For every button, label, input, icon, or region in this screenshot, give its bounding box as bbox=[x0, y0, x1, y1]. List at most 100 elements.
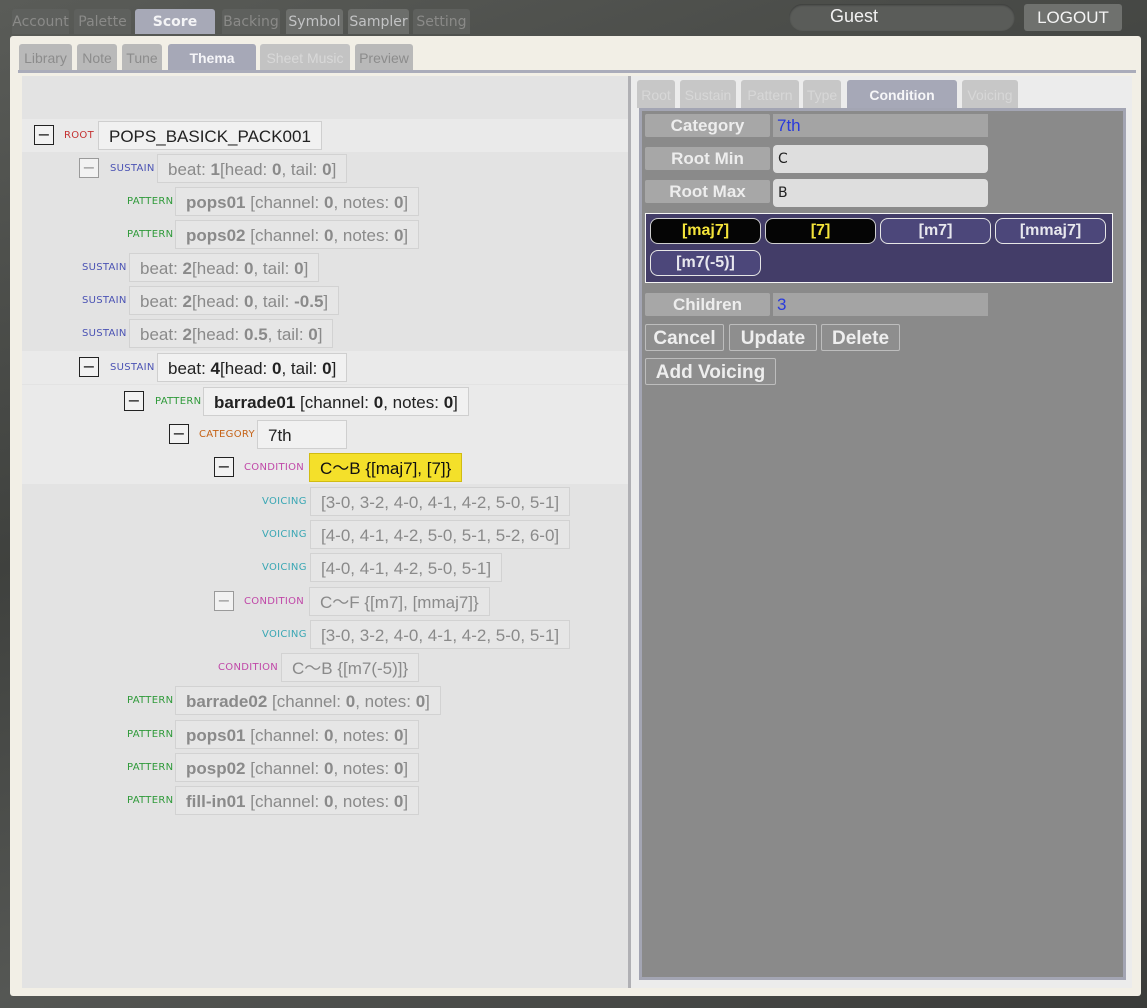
root-max-label: Root Max bbox=[645, 180, 770, 203]
tag-voicing: VOICING bbox=[262, 562, 307, 573]
subtab-sheet-music: Sheet Music bbox=[260, 44, 350, 70]
tree-node-pattern[interactable]: fill-in01 [channel: 0, notes: 0] bbox=[175, 786, 420, 815]
root-min-input[interactable]: C bbox=[773, 145, 988, 173]
detail-tab-condition[interactable]: Condition bbox=[847, 80, 957, 108]
tree-row-pattern: PATTERN pops01 [channel: 0, notes: 0] bbox=[22, 718, 628, 751]
tag-sustain: SUSTAIN bbox=[110, 362, 155, 373]
subtab-note[interactable]: Note bbox=[77, 44, 117, 70]
children-label: Children bbox=[645, 293, 770, 316]
tag-sustain: SUSTAIN bbox=[110, 163, 155, 174]
tree-row-pattern: − PATTERN barrade01 [channel: 0, notes: … bbox=[22, 385, 628, 418]
collapse-toggle[interactable]: − bbox=[79, 357, 99, 377]
tree-node-root[interactable]: POPS_BASICK_PACK001 bbox=[98, 121, 322, 150]
tree-node-voicing[interactable]: [3-0, 3-2, 4-0, 4-1, 4-2, 5-0, 5-1] bbox=[310, 620, 571, 649]
user-name: Guest bbox=[830, 6, 879, 26]
detail-tab-voicing[interactable]: Voicing bbox=[962, 80, 1018, 108]
chord-type-selector: [maj7] [7] [m7] [mmaj7] [m7(-5)] bbox=[645, 213, 1113, 283]
tree-row-voicing: VOICING [4-0, 4-1, 4-2, 5-0, 5-1, 5-2, 6… bbox=[22, 518, 628, 551]
tab-score[interactable]: Score bbox=[135, 9, 215, 34]
tree-node-voicing[interactable]: [4-0, 4-1, 4-2, 5-0, 5-1] bbox=[310, 553, 503, 582]
tab-account[interactable]: Account bbox=[12, 9, 69, 34]
chord-toggle-7[interactable]: [7] bbox=[765, 218, 876, 244]
tree-node-condition[interactable]: C～B {[m7(-5)]} bbox=[281, 653, 420, 682]
tree-row-pattern: PATTERN pops01 [channel: 0, notes: 0] bbox=[22, 185, 628, 218]
chord-toggle-mmaj7[interactable]: [mmaj7] bbox=[995, 218, 1106, 244]
detail-tab-sustain[interactable]: Sustain bbox=[680, 80, 736, 108]
tag-pattern: PATTERN bbox=[127, 229, 174, 240]
tree-node-pattern[interactable]: barrade01 [channel: 0, notes: 0] bbox=[203, 387, 469, 416]
tag-pattern: PATTERN bbox=[127, 762, 174, 773]
delete-button[interactable]: Delete bbox=[821, 324, 900, 351]
tag-sustain: SUSTAIN bbox=[82, 295, 127, 306]
tag-pattern: PATTERN bbox=[155, 396, 202, 407]
tree-node-pattern[interactable]: barrade02 [channel: 0, notes: 0] bbox=[175, 686, 441, 715]
tree-node-pattern[interactable]: pops01 [channel: 0, notes: 0] bbox=[175, 720, 420, 749]
tree-node-sustain[interactable]: beat: 1[head: 0, tail: 0] bbox=[157, 154, 348, 183]
condition-form: Category 7th Root Min C Root Max B [maj7… bbox=[639, 108, 1126, 980]
tree-row-sustain: − SUSTAIN beat: 1[head: 0, tail: 0] bbox=[22, 152, 628, 185]
collapse-toggle[interactable]: − bbox=[79, 158, 99, 178]
cancel-button[interactable]: Cancel bbox=[645, 324, 724, 351]
tag-pattern: PATTERN bbox=[127, 196, 174, 207]
tree-node-sustain[interactable]: beat: 4[head: 0, tail: 0] bbox=[157, 353, 348, 382]
subtab-tune[interactable]: Tune bbox=[122, 44, 162, 70]
tag-condition: CONDITION bbox=[218, 662, 279, 673]
tree-node-voicing[interactable]: [3-0, 3-2, 4-0, 4-1, 4-2, 5-0, 5-1] bbox=[310, 487, 571, 516]
detail-panel: Root Sustain Pattern Type Condition Voic… bbox=[631, 76, 1132, 988]
subtab-library[interactable]: Library bbox=[19, 44, 72, 70]
chord-toggle-m7[interactable]: [m7] bbox=[880, 218, 991, 244]
tag-pattern: PATTERN bbox=[127, 729, 174, 740]
tree-panel: − ROOT POPS_BASICK_PACK001 − SUSTAIN bea… bbox=[22, 76, 631, 988]
tree-node-sustain[interactable]: beat: 2[head: 0, tail: 0] bbox=[129, 253, 320, 282]
tree-node-pattern[interactable]: pops02 [channel: 0, notes: 0] bbox=[175, 220, 420, 249]
tree-node-voicing[interactable]: [4-0, 4-1, 4-2, 5-0, 5-1, 5-2, 6-0] bbox=[310, 520, 571, 549]
tag-condition: CONDITION bbox=[244, 596, 305, 607]
tree-row-pattern: PATTERN pops02 [channel: 0, notes: 0] bbox=[22, 218, 628, 251]
detail-tab-pattern[interactable]: Pattern bbox=[741, 80, 799, 108]
tab-underline bbox=[18, 70, 1136, 73]
tree-row-sustain: SUSTAIN beat: 2[head: 0.5, tail: 0] bbox=[22, 317, 628, 350]
collapse-toggle[interactable]: − bbox=[34, 125, 54, 145]
tree-row-pattern: PATTERN barrade02 [channel: 0, notes: 0] bbox=[22, 684, 628, 717]
tree-node-sustain[interactable]: beat: 2[head: 0.5, tail: 0] bbox=[129, 319, 334, 348]
tab-sampler[interactable]: Sampler bbox=[348, 9, 409, 34]
logout-button[interactable]: LOGOUT bbox=[1024, 4, 1122, 31]
tree-node-condition[interactable]: C～F {[m7], [mmaj7]} bbox=[309, 587, 490, 616]
tag-condition: CONDITION bbox=[244, 462, 305, 473]
tree-node-sustain[interactable]: beat: 2[head: 0, tail: -0.5] bbox=[129, 286, 340, 315]
tag-root: ROOT bbox=[64, 130, 94, 141]
tag-voicing: VOICING bbox=[262, 529, 307, 540]
children-value: 3 bbox=[773, 293, 988, 316]
collapse-toggle[interactable]: − bbox=[214, 591, 234, 611]
tab-setting[interactable]: Setting bbox=[413, 9, 470, 34]
collapse-toggle[interactable]: − bbox=[124, 391, 144, 411]
detail-tab-root[interactable]: Root bbox=[637, 80, 675, 108]
category-label: Category bbox=[645, 114, 770, 137]
tag-voicing: VOICING bbox=[262, 629, 307, 640]
tag-sustain: SUSTAIN bbox=[82, 262, 127, 273]
tag-pattern: PATTERN bbox=[127, 795, 174, 806]
root-min-label: Root Min bbox=[645, 147, 770, 170]
tab-palette[interactable]: Palette bbox=[74, 9, 131, 34]
tree-node-pattern[interactable]: pops01 [channel: 0, notes: 0] bbox=[175, 187, 420, 216]
tag-voicing: VOICING bbox=[262, 496, 307, 507]
tab-symbol[interactable]: Symbol bbox=[286, 9, 343, 34]
add-voicing-button[interactable]: Add Voicing bbox=[645, 358, 776, 385]
tree-row-category: − CATEGORY 7th bbox=[22, 418, 628, 451]
tree-node-pattern[interactable]: posp02 [channel: 0, notes: 0] bbox=[175, 753, 420, 782]
tab-backing[interactable]: Backing bbox=[222, 9, 280, 34]
detail-tab-type[interactable]: Type bbox=[803, 80, 841, 108]
tag-sustain: SUSTAIN bbox=[82, 328, 127, 339]
user-badge: Guest bbox=[789, 4, 1015, 31]
root-max-input[interactable]: B bbox=[773, 179, 988, 207]
chord-toggle-m7-5[interactable]: [m7(-5)] bbox=[650, 250, 761, 276]
subtab-preview[interactable]: Preview bbox=[355, 44, 413, 70]
tree-row-voicing: VOICING [3-0, 3-2, 4-0, 4-1, 4-2, 5-0, 5… bbox=[22, 485, 628, 518]
tree-node-condition-selected[interactable]: C～B {[maj7], [7]} bbox=[309, 453, 463, 482]
tree-node-category[interactable]: 7th bbox=[257, 420, 347, 449]
chord-toggle-maj7[interactable]: [maj7] bbox=[650, 218, 761, 244]
update-button[interactable]: Update bbox=[729, 324, 817, 351]
collapse-toggle[interactable]: − bbox=[169, 424, 189, 444]
subtab-thema[interactable]: Thema bbox=[168, 44, 256, 70]
collapse-toggle[interactable]: − bbox=[214, 457, 234, 477]
